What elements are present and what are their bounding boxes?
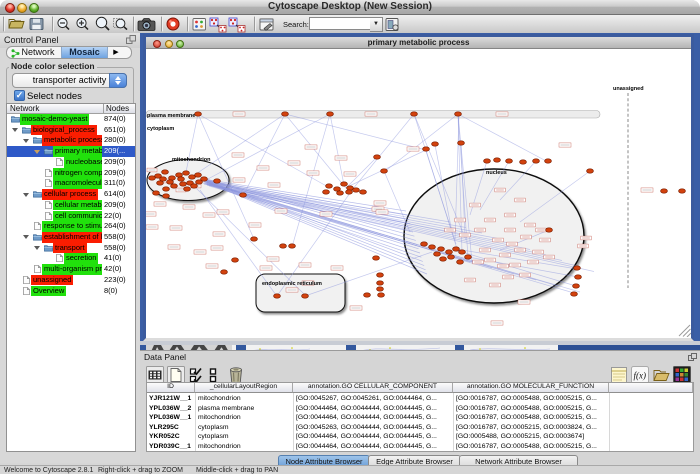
svg-text:f(x): f(x) bbox=[634, 371, 647, 381]
svg-text:nucleus: nucleus bbox=[486, 170, 507, 176]
svg-text:mitochondrion: mitochondrion bbox=[172, 157, 211, 163]
svg-text:plasma membrane: plasma membrane bbox=[147, 113, 195, 119]
svg-text:cytoplasm: cytoplasm bbox=[147, 126, 174, 132]
svg-text:endoplasmic reticulum: endoplasmic reticulum bbox=[262, 281, 322, 287]
svg-text:unassigned: unassigned bbox=[613, 86, 644, 92]
